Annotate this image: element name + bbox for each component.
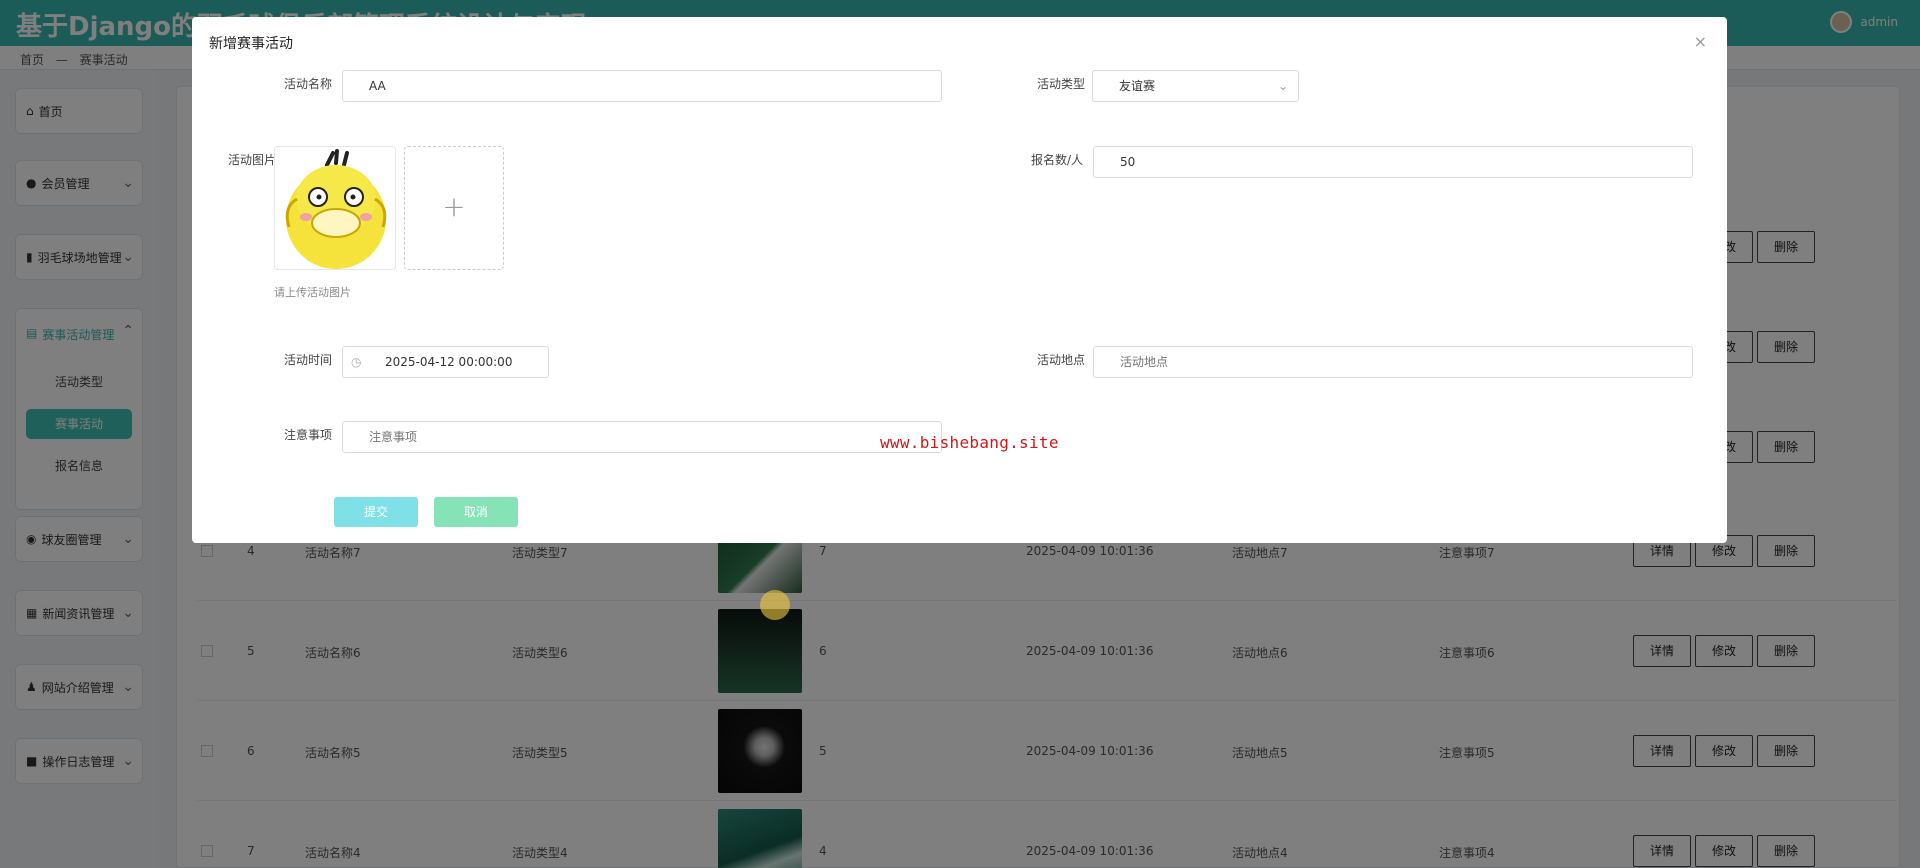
activity-type-value: 友谊赛 [1119,79,1156,93]
activity-name-input[interactable] [342,70,942,102]
activity-time-picker[interactable]: ◷ 2025-04-12 00:00:00 [342,346,549,378]
mouse-cursor-highlight [760,590,790,620]
add-event-dialog: 新增赛事活动 × 活动名称 活动类型 友谊赛 ⌄ 活动图片 + 请上传活动图片 … [192,17,1727,543]
dialog-title: 新增赛事活动 [209,36,293,52]
activity-type-select[interactable]: 友谊赛 ⌄ [1092,70,1299,102]
cancel-button[interactable]: 取消 [434,497,518,527]
clock-icon: ◷ [351,355,362,369]
watermark: www.bishebang.site [880,433,1059,452]
image-hint: 请上传活动图片 [274,286,351,299]
close-icon[interactable]: × [1694,32,1707,51]
uploaded-image[interactable] [274,146,396,270]
activity-name-label: 活动名称 [283,77,332,91]
activity-time-value: 2025-04-12 00:00:00 [385,355,513,369]
activity-type-label: 活动类型 [1036,77,1085,91]
submit-button[interactable]: 提交 [334,497,418,527]
activity-time-label: 活动时间 [283,353,332,367]
notes-label: 注意事项 [283,428,332,442]
notes-input[interactable] [342,421,942,453]
activity-image-label: 活动图片 [227,153,276,167]
activity-place-input[interactable] [1093,346,1693,378]
duck-image [275,147,395,269]
activity-place-label: 活动地点 [1036,353,1085,367]
chevron-down-icon: ⌄ [1277,79,1288,93]
signup-count-input[interactable] [1093,146,1693,178]
signup-count-label: 报名数/人 [1030,153,1083,167]
upload-image-button[interactable]: + [404,146,504,270]
